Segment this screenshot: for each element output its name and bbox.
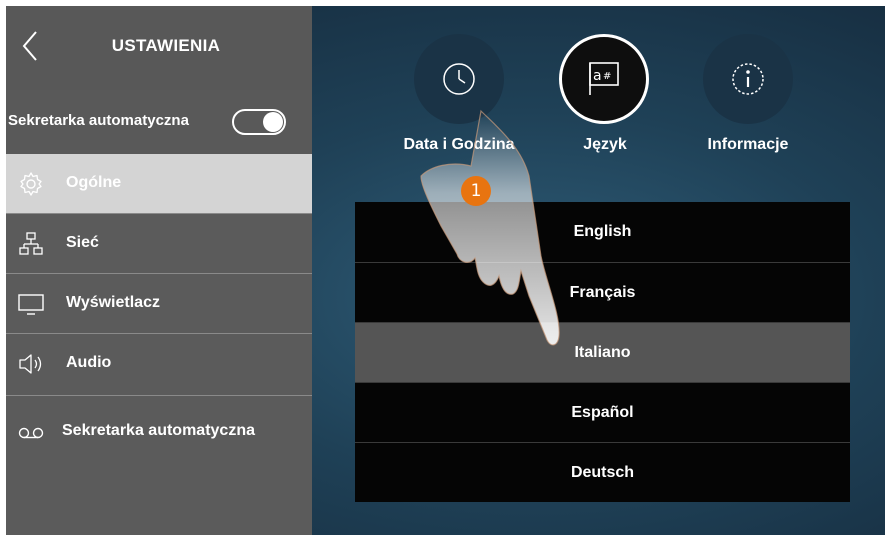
chevron-left-icon: [22, 31, 37, 61]
language-option-italian[interactable]: Italiano: [355, 322, 850, 382]
language-option-german[interactable]: Deutsch: [355, 442, 850, 502]
sidebar-item-display[interactable]: Wyświetlacz: [6, 274, 312, 334]
sidebar-item-audio[interactable]: Audio: [6, 334, 312, 396]
svg-text:a: a: [593, 68, 602, 84]
language-option-french[interactable]: Français: [355, 262, 850, 322]
language-icon: a #: [589, 62, 619, 95]
toggle-label: Sekretarka automatyczna: [8, 112, 189, 129]
svg-text:#: #: [603, 71, 611, 82]
back-button[interactable]: [16, 26, 46, 66]
tab-date-time-label: Data i Godzina: [403, 136, 515, 153]
sidebar-item-label: Audio: [66, 354, 112, 371]
tab-language[interactable]: a #: [559, 34, 649, 124]
sidebar-item-label: Sieć: [66, 234, 99, 251]
page-title: USTAWIENIA: [111, 36, 221, 55]
answering-machine-toggle[interactable]: [232, 109, 286, 135]
voicemail-icon: [18, 427, 44, 439]
screen: USTAWIENIA Sekretarka automatyczna Ogóln…: [6, 6, 885, 535]
tab-language-label: Język: [583, 136, 627, 153]
toggle-knob: [263, 112, 283, 132]
sidebar-item-label: Wyświetlacz: [66, 294, 160, 311]
network-icon: [19, 232, 43, 255]
sidebar-item-general[interactable]: Ogólne: [6, 154, 312, 214]
info-icon: [732, 63, 764, 95]
tab-information[interactable]: [703, 34, 793, 124]
clock-icon: [443, 63, 475, 95]
tab-information-label: Informacje: [707, 136, 789, 153]
answering-machine-toggle-row: Sekretarka automatyczna: [6, 90, 312, 155]
sidebar-header: USTAWIENIA: [6, 6, 312, 90]
language-list: English Français Italiano Español Deutsc…: [355, 202, 850, 502]
step-callout-badge: 1: [461, 176, 491, 206]
speaker-icon: [19, 354, 42, 374]
sidebar-item-answering-machine[interactable]: Sekretarka automatyczna: [6, 396, 312, 466]
language-option-spanish[interactable]: Español: [355, 382, 850, 442]
sidebar-item-network[interactable]: Sieć: [6, 214, 312, 274]
sidebar: USTAWIENIA Sekretarka automatyczna Ogóln…: [6, 6, 312, 535]
language-option-english[interactable]: English: [355, 202, 850, 262]
display-icon: [18, 294, 44, 315]
gear-icon: [20, 172, 42, 196]
sidebar-item-label: Ogólne: [66, 174, 122, 191]
sidebar-item-label: Sekretarka automatyczna: [62, 422, 255, 439]
tab-date-time[interactable]: [414, 34, 504, 124]
